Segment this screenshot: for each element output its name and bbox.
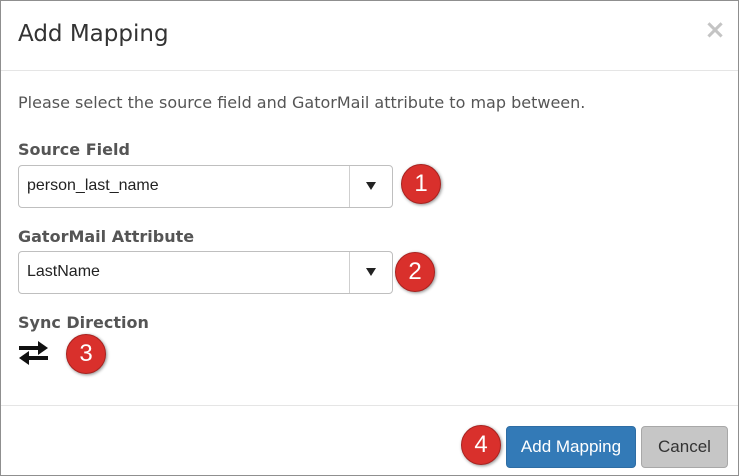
gatormail-attribute-value: LastName [27,263,100,280]
dialog-header: Add Mapping × [1,1,738,71]
dialog-footer: 4 Add Mapping Cancel [1,405,738,475]
source-field-label: Source Field [18,140,130,159]
add-mapping-button[interactable]: Add Mapping [506,426,636,468]
cancel-button[interactable]: Cancel [641,426,728,468]
add-mapping-dialog: Add Mapping × Please select the source f… [0,0,739,476]
close-button[interactable]: × [704,17,726,43]
annotation-badge-2: 2 [395,252,435,292]
sync-direction-label: Sync Direction [18,313,149,332]
caret-down-icon[interactable] [364,180,378,192]
dialog-title: Add Mapping [18,21,169,47]
annotation-badge-3: 3 [66,334,106,374]
select-divider [349,252,350,293]
caret-down-icon[interactable] [364,266,378,278]
annotation-badge-4: 4 [461,425,501,465]
source-field-value: person_last_name [27,177,159,194]
gatormail-attribute-label: GatorMail Attribute [18,227,195,246]
annotation-badge-1: 1 [401,164,441,204]
source-field-select[interactable]: person_last_name [18,165,393,208]
dialog-intro-text: Please select the source field and Gator… [18,93,586,112]
bidirectional-arrows-icon[interactable] [18,340,49,366]
gatormail-attribute-select[interactable]: LastName [18,251,393,294]
select-divider [349,166,350,207]
